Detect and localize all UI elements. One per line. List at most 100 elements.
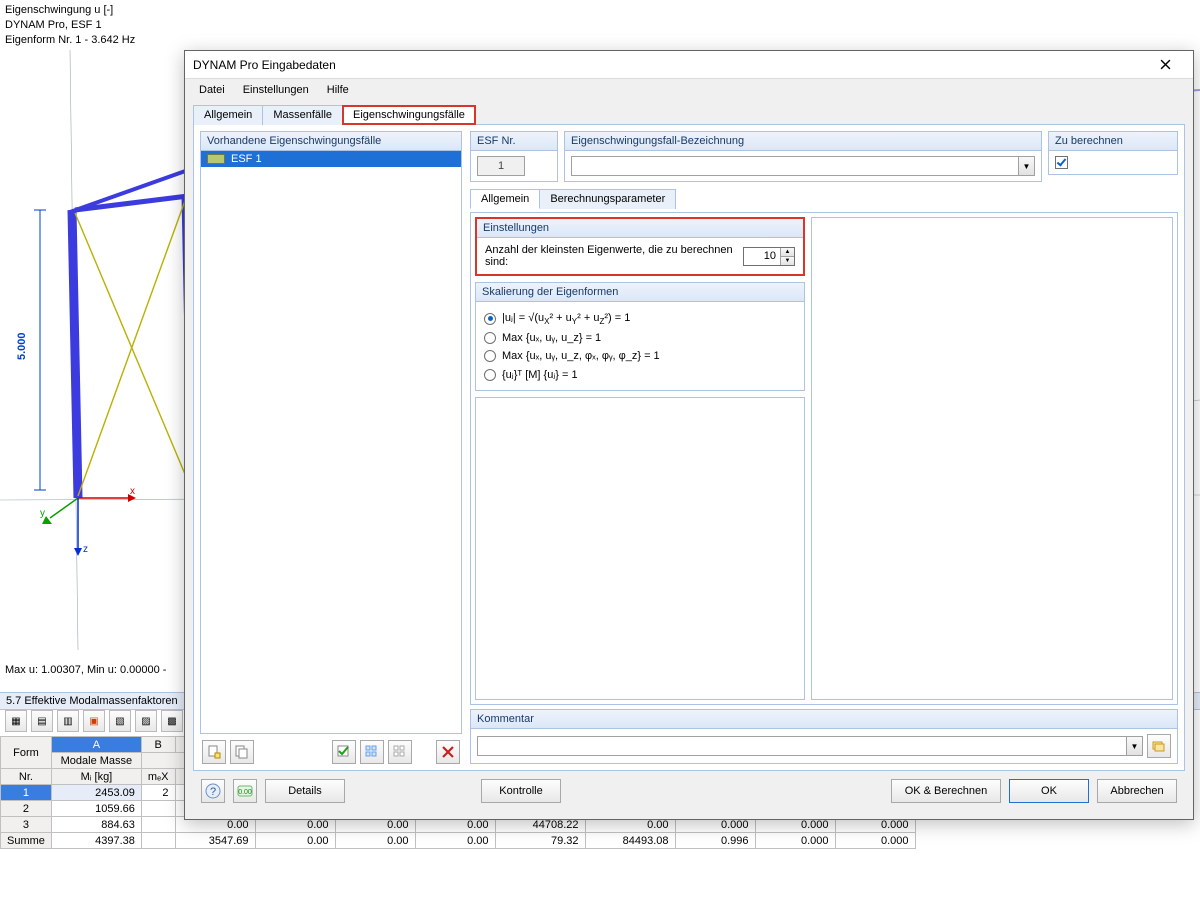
kontrolle-button[interactable]: Kontrolle <box>481 779 561 803</box>
new-doc-icon <box>207 745 221 759</box>
toolbar-btn-3[interactable]: ▥ <box>57 710 79 732</box>
toolbar-btn-7[interactable]: ▩ <box>161 710 183 732</box>
select-all-icon <box>365 745 379 759</box>
left-panel-head: Vorhandene Eigenschwingungsfälle <box>200 131 462 150</box>
overlay-l1: Eigenschwingung u [-] <box>5 3 135 18</box>
help-button[interactable]: ? <box>201 779 225 803</box>
sub-tabs: Allgemein Berechnungsparameter <box>470 188 1178 208</box>
tool-2-button[interactable] <box>360 740 384 764</box>
delete-button[interactable] <box>436 740 460 764</box>
scale-radio-3[interactable] <box>484 350 496 362</box>
zuberechnen-checkbox[interactable] <box>1055 156 1068 169</box>
col-B[interactable]: B <box>141 737 175 753</box>
table-row-sum: Summe 4397.38 3547.69 0.00 0.00 0.00 79.… <box>1 833 916 849</box>
kommentar-combo[interactable]: ▼ <box>477 736 1143 756</box>
eigenwerte-label: Anzahl der kleinsten Eigenwerte, die zu … <box>485 244 733 268</box>
dynam-pro-dialog: DYNAM Pro Eingabedaten Datei Einstellung… <box>184 50 1194 820</box>
empty-panel-left <box>475 397 805 700</box>
menu-settings[interactable]: Einstellungen <box>235 82 317 98</box>
zuberechnen-head: Zu berechnen <box>1048 131 1178 150</box>
dialog-buttonbar: ? 0.00 Details Kontrolle OK & Berechnen … <box>193 771 1185 811</box>
ok-button[interactable]: OK <box>1009 779 1089 803</box>
scale-radio-1[interactable] <box>484 313 496 325</box>
menu-file[interactable]: Datei <box>191 82 233 98</box>
einstellungen-group: Einstellungen Anzahl der kleinsten Eigen… <box>475 217 805 276</box>
delete-icon <box>442 746 454 758</box>
svg-text:0.00: 0.00 <box>238 789 252 796</box>
copy-button[interactable] <box>230 740 254 764</box>
help-icon: ? <box>205 783 221 799</box>
main-tabs: Allgemein Massenfälle Eigenschwingungsfä… <box>193 104 1185 124</box>
tab-massenfaelle[interactable]: Massenfälle <box>262 105 343 125</box>
eigenwerte-input[interactable] <box>744 248 780 265</box>
eigenwerte-spin[interactable]: ▲ ▼ <box>743 247 795 266</box>
bezeichnung-head: Eigenschwingungsfall-Bezeichnung <box>564 131 1042 150</box>
col-nr: Nr. <box>1 769 52 785</box>
scale-label-3: Max {uₓ, uᵧ, u_z, φₓ, φᵧ, φ_z} = 1 <box>502 350 660 362</box>
tab-content: Vorhandene Eigenschwingungsfälle ESF 1 <box>193 124 1185 771</box>
toolbar-btn-5[interactable]: ▧ <box>109 710 131 732</box>
menu-help[interactable]: Hilfe <box>319 82 357 98</box>
skalierung-head: Skalierung der Eigenformen <box>476 283 804 302</box>
esfnr-value: 1 <box>477 156 525 176</box>
esf-list[interactable]: ESF 1 <box>200 150 462 734</box>
overlay-l3: Eigenform Nr. 1 - 3.642 Hz <box>5 33 135 48</box>
empty-panel-right <box>811 217 1173 700</box>
folder-stack-icon <box>1152 739 1166 753</box>
svg-text:x: x <box>130 486 135 497</box>
svg-text:z: z <box>83 544 88 555</box>
chevron-down-icon: ▼ <box>1126 737 1142 755</box>
list-item[interactable]: ESF 1 <box>201 151 461 167</box>
cancel-button[interactable]: Abbrechen <box>1097 779 1177 803</box>
copy-icon <box>235 745 249 759</box>
skalierung-group: Skalierung der Eigenformen |uⱼ| = √(uX² … <box>475 282 805 391</box>
tool-3-button[interactable] <box>388 740 412 764</box>
tab-eigenschwingungsfaelle[interactable]: Eigenschwingungsfälle <box>342 105 476 125</box>
viewport-status: Max u: 1.00307, Min u: 0.00000 - <box>5 664 166 676</box>
col-mi: Mᵢ [kg] <box>51 769 141 785</box>
close-button[interactable] <box>1145 51 1185 78</box>
subtab-berechnungsparameter[interactable]: Berechnungsparameter <box>539 189 676 209</box>
col-modalemasse: Modale Masse <box>51 753 141 769</box>
color-swatch-icon <box>207 154 225 164</box>
subtab-allgemein[interactable]: Allgemein <box>470 189 540 209</box>
kommentar-pick-button[interactable] <box>1147 734 1171 758</box>
svg-text:5.000: 5.000 <box>16 332 28 360</box>
scale-label-2: Max {uₓ, uᵧ, u_z} = 1 <box>502 332 601 344</box>
esfnr-head: ESF Nr. <box>470 131 558 150</box>
scale-label-1: |uⱼ| = √(uX² + uY² + uZ²) = 1 <box>502 311 630 326</box>
kommentar-head: Kommentar <box>470 709 1178 728</box>
overlay-l2: DYNAM Pro, ESF 1 <box>5 18 135 33</box>
toolbar-btn-1[interactable]: ▦ <box>5 710 27 732</box>
results-toolbar: ▦ ▤ ▥ ▣ ▧ ▨ ▩ <box>5 710 183 732</box>
titlebar[interactable]: DYNAM Pro Eingabedaten <box>185 51 1193 79</box>
scale-radio-2[interactable] <box>484 332 496 344</box>
details-button[interactable]: Details <box>265 779 345 803</box>
bezeichnung-combo[interactable]: ▼ <box>571 156 1035 176</box>
units-icon: 0.00 <box>237 783 253 799</box>
scale-label-4: {uⱼ}ᵀ [M] {uⱼ} = 1 <box>502 368 578 381</box>
tab-allgemein[interactable]: Allgemein <box>193 105 263 125</box>
deselect-all-icon <box>393 745 407 759</box>
toolbar-btn-6[interactable]: ▨ <box>135 710 157 732</box>
menubar: Datei Einstellungen Hilfe <box>185 79 1193 101</box>
einstellungen-head: Einstellungen <box>477 219 803 238</box>
units-button[interactable]: 0.00 <box>233 779 257 803</box>
list-item-label: ESF 1 <box>231 153 262 165</box>
tool-1-button[interactable] <box>332 740 356 764</box>
col-mex: mₑX <box>141 769 175 785</box>
toolbar-btn-2[interactable]: ▤ <box>31 710 53 732</box>
grid-check-icon <box>337 745 351 759</box>
dialog-title: DYNAM Pro Eingabedaten <box>193 58 1145 72</box>
new-button[interactable] <box>202 740 226 764</box>
spin-up-icon[interactable]: ▲ <box>781 248 794 257</box>
scale-radio-4[interactable] <box>484 369 496 381</box>
spin-down-icon[interactable]: ▼ <box>781 257 794 265</box>
col-form: Form <box>1 737 52 769</box>
col-A[interactable]: A <box>51 737 141 753</box>
ok-calc-button[interactable]: OK & Berechnen <box>891 779 1001 803</box>
svg-text:?: ? <box>210 786 216 798</box>
toolbar-btn-4[interactable]: ▣ <box>83 710 105 732</box>
svg-text:y: y <box>40 508 45 519</box>
viewport-overlay-text: Eigenschwingung u [-] DYNAM Pro, ESF 1 E… <box>5 3 135 48</box>
